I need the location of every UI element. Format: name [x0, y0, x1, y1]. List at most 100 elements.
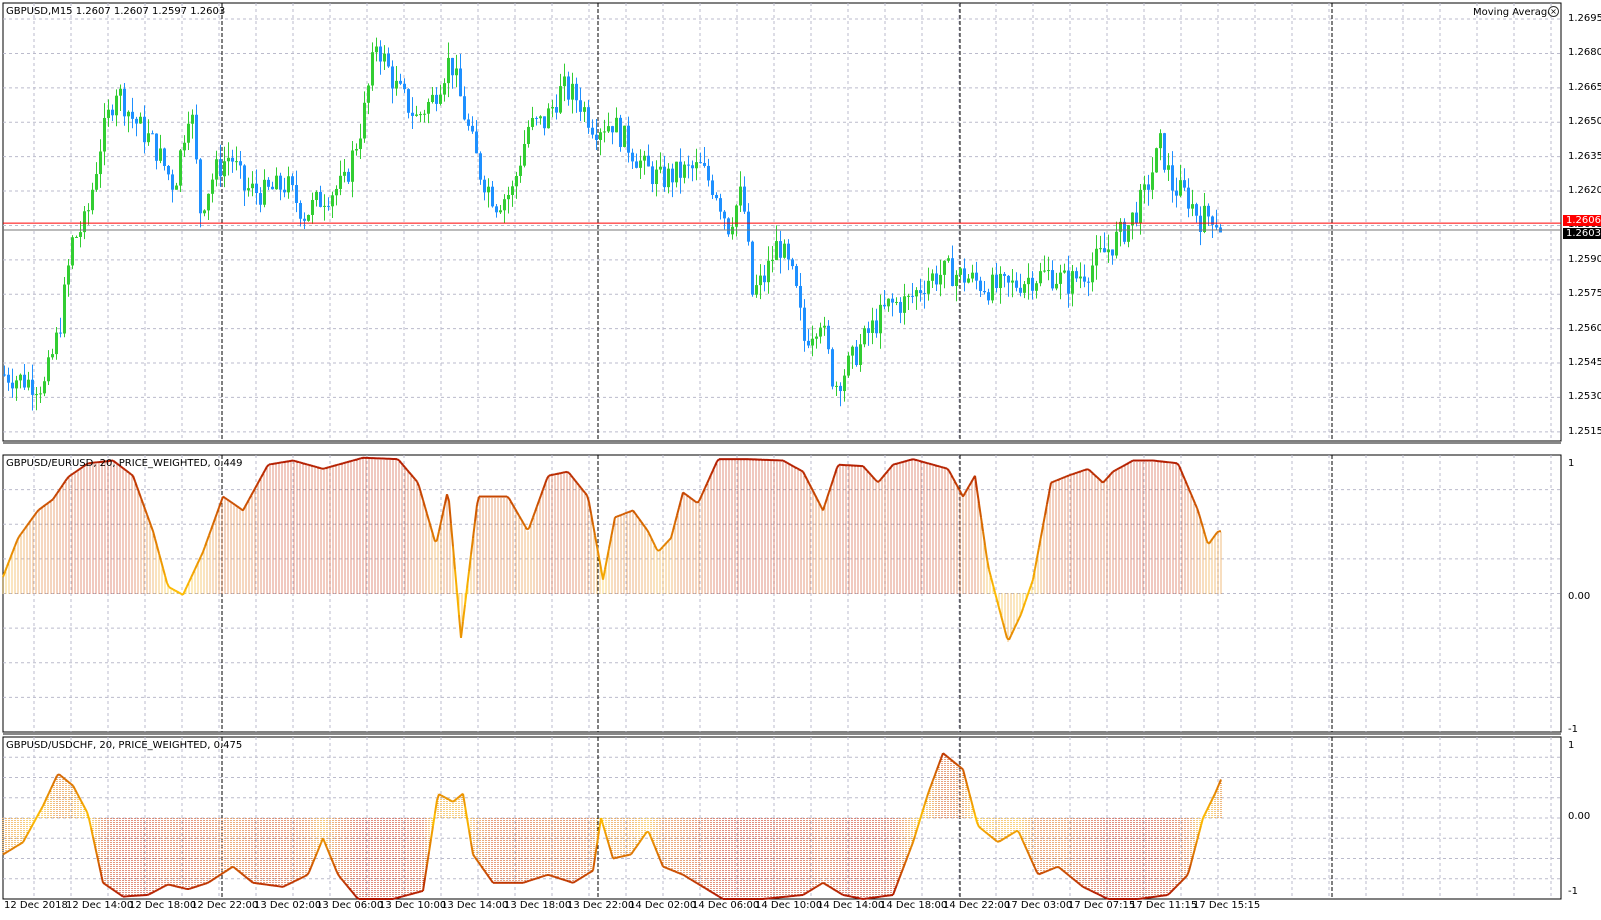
price-axis-label: 1.2590: [1568, 254, 1601, 265]
osc1-line-segment: [1073, 473, 1075, 474]
osc1-line-segment: [339, 464, 341, 465]
candle-body: [351, 150, 354, 181]
candle-body: [255, 184, 258, 193]
candle-body: [947, 258, 950, 261]
osc2-line-segment: [1085, 888, 1087, 889]
osc2-line-segment: [589, 872, 591, 873]
candle-body: [747, 212, 750, 242]
candle-body: [491, 187, 494, 207]
candle-body: [771, 260, 774, 261]
osc2-line-segment: [205, 883, 207, 884]
candle-body: [1115, 232, 1118, 256]
main-chart-title: GBPUSD,M15 1.2607 1.2607 1.2597 1.2603: [6, 6, 225, 17]
osc2-line-segment: [295, 880, 297, 881]
osc2-line-segment: [999, 840, 1001, 841]
osc2-line-segment: [153, 891, 155, 892]
osc2-line-segment: [203, 884, 205, 885]
osc1-line-segment: [929, 464, 931, 465]
osc2-line-segment: [421, 891, 423, 892]
osc2-line-segment: [217, 876, 219, 877]
time-axis-label: 14 Dec 18:00: [880, 900, 947, 911]
osc1-line-segment: [237, 506, 239, 507]
osc2-line-segment: [147, 894, 149, 895]
osc2-line-segment: [1055, 867, 1057, 868]
osc1-line-segment: [1077, 472, 1079, 473]
candle-body: [191, 115, 194, 124]
osc1-line-segment: [1065, 476, 1067, 477]
osc1-line-segment: [795, 467, 797, 468]
candle-body: [675, 162, 678, 183]
pane2-scale-mid: 0.00: [1568, 811, 1590, 822]
osc1-line-segment: [129, 473, 131, 475]
osc2-line-segment: [527, 881, 529, 882]
candle-body: [631, 153, 634, 162]
osc1-line-segment: [347, 462, 349, 463]
osc2-line-segment: [573, 882, 575, 883]
candle-body: [551, 107, 554, 108]
price-axis-label: 1.2665: [1568, 82, 1601, 93]
osc2-line-segment: [417, 892, 419, 893]
osc2-line-segment: [165, 885, 167, 886]
osc2-line-segment: [441, 795, 443, 796]
candle-body: [407, 89, 410, 113]
time-axis-label: 14 Dec 10:00: [755, 900, 822, 911]
candle-body: [895, 302, 898, 303]
osc1-line-segment: [693, 500, 695, 501]
main-pane[interactable]: [3, 3, 1561, 441]
candle-body: [679, 162, 682, 178]
osc2-line-segment: [557, 878, 559, 879]
candle-body: [307, 215, 310, 221]
osc2-line-segment: [457, 797, 459, 799]
candle-body: [507, 195, 510, 199]
osc1-line-segment: [615, 517, 617, 518]
candle-body: [55, 333, 58, 355]
osc2-line-segment: [539, 877, 541, 878]
pane2-scale-bottom: -1: [1568, 886, 1578, 897]
close-circle-icon[interactable]: ×: [1548, 6, 1559, 17]
osc2-line-segment: [713, 893, 715, 894]
osc2-line-segment: [163, 886, 165, 887]
price-axis-label: 1.2695: [1568, 13, 1601, 24]
pane1-scale-top: 1: [1568, 458, 1574, 469]
candle-body: [859, 344, 862, 365]
candle-body: [99, 151, 102, 174]
candle-body: [399, 81, 402, 84]
osc2-line-segment: [1009, 834, 1011, 835]
osc2-line-segment: [1101, 896, 1103, 897]
osc2-line-segment: [981, 829, 983, 831]
candle-body: [791, 259, 794, 266]
osc2-line-segment: [947, 756, 949, 758]
osc2-line-segment: [399, 897, 401, 898]
osc2-line-segment: [411, 894, 413, 895]
time-axis-label: 12 Dec 2018: [4, 900, 68, 911]
osc2-line-segment: [197, 886, 199, 887]
osc2-line-segment: [189, 888, 191, 889]
osc1-line-segment: [315, 467, 317, 468]
osc1-line-segment: [923, 462, 925, 463]
candle-body: [339, 176, 342, 189]
chart-window[interactable]: GBPUSD,M15 1.2607 1.2607 1.2597 1.2603 M…: [0, 0, 1601, 917]
osc1-line-segment: [331, 466, 333, 467]
osc1-line-segment: [1071, 474, 1073, 475]
candle-body: [243, 165, 246, 190]
osc1-line-segment: [933, 465, 935, 466]
candle-body: [423, 114, 426, 115]
osc2-line-segment: [115, 891, 117, 892]
osc2-line-segment: [1063, 871, 1065, 873]
candle-body: [31, 380, 34, 395]
candle-body: [207, 194, 210, 211]
osc1-line-segment: [349, 461, 351, 462]
osc2-line-segment: [459, 795, 461, 797]
candle-body: [1171, 165, 1174, 190]
candle-body: [1067, 271, 1070, 294]
osc1-line-segment: [353, 460, 355, 461]
candle-body: [627, 126, 630, 153]
candle-body: [279, 176, 282, 190]
osc2-line-segment: [283, 886, 285, 887]
indicator-name[interactable]: Moving Average: [1473, 7, 1553, 18]
osc1-line-segment: [125, 470, 127, 472]
candle-body: [799, 286, 802, 308]
osc1-line-segment: [1085, 469, 1087, 470]
osc2-line-segment: [1013, 832, 1015, 833]
osc2-line-segment: [239, 871, 241, 873]
